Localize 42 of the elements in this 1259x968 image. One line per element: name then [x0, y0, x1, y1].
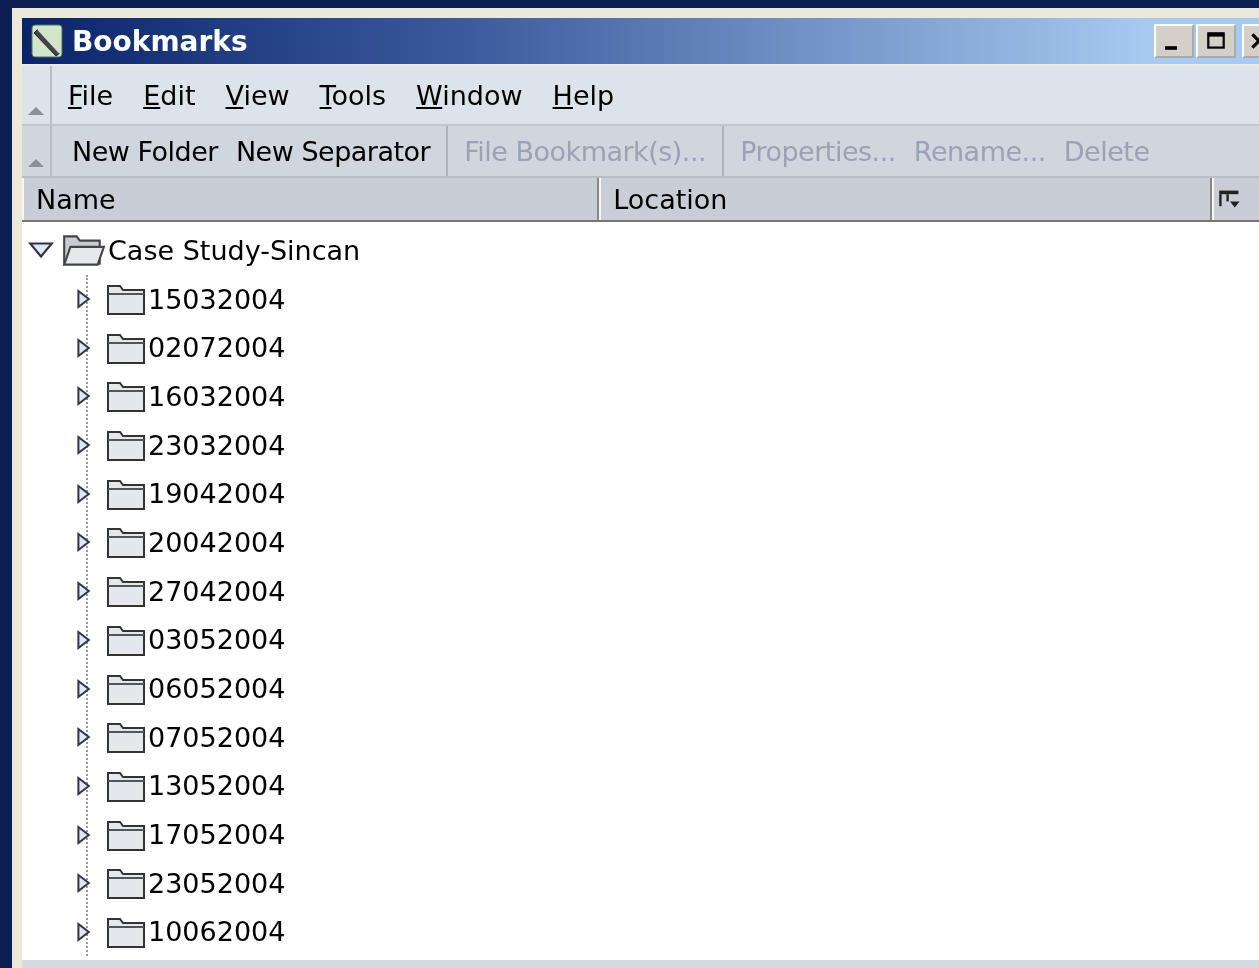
maximize-button[interactable] — [1196, 24, 1236, 58]
folder-name[interactable]: 17052004 — [148, 819, 286, 851]
toolbar-button[interactable]: New Folder — [66, 135, 224, 167]
folder-name[interactable]: 23032004 — [148, 429, 286, 461]
menu-item[interactable]: Window — [416, 79, 523, 111]
folder-icon — [106, 282, 146, 317]
folder-icon — [60, 232, 106, 269]
menu-item[interactable]: Tools — [319, 79, 387, 111]
expand-arrow-icon[interactable] — [28, 241, 54, 260]
menu-item[interactable]: Edit — [143, 79, 196, 111]
window-title: Bookmarks — [72, 24, 248, 58]
minimize-icon — [1165, 46, 1177, 50]
column-header[interactable]: Name — [22, 178, 600, 220]
folder-name[interactable]: 13052004 — [148, 770, 286, 802]
maximize-icon — [1205, 30, 1227, 52]
folder-icon — [106, 574, 146, 609]
up-arrow-icon — [26, 156, 46, 168]
menu-item[interactable]: View — [225, 79, 290, 111]
column-header[interactable]: Location — [599, 178, 1213, 220]
folder-name[interactable]: 15032004 — [148, 283, 286, 315]
folder-name[interactable]: 07052004 — [148, 721, 286, 753]
menu-item[interactable]: Help — [552, 79, 615, 111]
folder-name[interactable]: 23052004 — [148, 867, 286, 899]
folder-name[interactable]: 16032004 — [148, 380, 286, 412]
folder-name[interactable]: 10062004 — [148, 916, 286, 948]
folder-icon — [106, 720, 146, 755]
folder-icon — [106, 525, 146, 560]
folder-name[interactable]: Case Study-Sincan — [108, 234, 361, 266]
folder-name[interactable]: 03052004 — [148, 624, 286, 656]
minimize-button[interactable] — [1154, 24, 1194, 58]
folder-icon — [106, 866, 146, 901]
bookmark-pen-icon — [30, 23, 66, 59]
folder-icon — [106, 428, 146, 463]
folder-name[interactable]: 06052004 — [148, 673, 286, 705]
up-arrow-icon — [26, 104, 46, 116]
folder-icon — [106, 379, 146, 414]
folder-name[interactable]: 27042004 — [148, 575, 286, 607]
folder-name[interactable]: 19042004 — [148, 478, 286, 510]
menu-item[interactable]: File — [68, 79, 114, 111]
folder-name[interactable]: 02072004 — [148, 332, 286, 364]
folder-name[interactable]: 20042004 — [148, 526, 286, 558]
toolbar-button[interactable]: New Separator — [229, 135, 437, 167]
